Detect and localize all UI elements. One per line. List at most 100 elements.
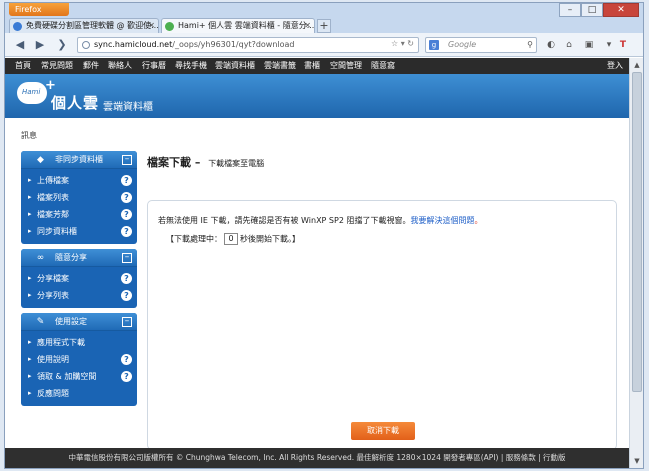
download-content-box: 若無法使用 IE 下載，請先確認是否有被 WinXP SP2 阻擋了下載視窗。我… xyxy=(147,200,617,450)
sidebar-item-label: 應用程式下載 xyxy=(37,338,85,347)
browser-window: Firefox – □ ✕ 免費硬碟分割區管理軟體 @ 歡迎使... ✕ Ham… xyxy=(4,2,644,469)
help-icon[interactable]: ? xyxy=(121,273,132,284)
collapse-icon[interactable]: – xyxy=(122,317,132,327)
sidebar-item-app-download[interactable]: ▸ 應用程式下載 xyxy=(21,334,137,351)
sidebar-item-get-space[interactable]: ▸ 領取 & 加購空間? xyxy=(21,368,137,385)
browser-tab-1[interactable]: 免費硬碟分割區管理軟體 @ 歡迎使... ✕ xyxy=(9,18,159,34)
tab-close-icon[interactable]: ✕ xyxy=(304,19,311,33)
sidebar-item-sync-cabinet[interactable]: ▸ 同步資料櫃? xyxy=(21,223,137,240)
help-icon[interactable]: ? xyxy=(121,354,132,365)
menu-item-find-phone[interactable]: 尋找手機 xyxy=(175,58,207,74)
url-host: sync.hamicloud.net xyxy=(94,40,173,49)
site-menu: 首頁 常見問題 郵件 聯絡人 行事曆 尋找手機 雲端資料櫃 雲端書籤 書櫃 空間… xyxy=(5,58,629,74)
favicon-icon xyxy=(13,22,22,31)
panel-title: 隨意分享 xyxy=(55,253,87,262)
warning-dot: 。 xyxy=(474,216,483,225)
forward-icon[interactable]: ▶ xyxy=(33,38,47,52)
tab-close-icon[interactable]: ✕ xyxy=(148,19,155,33)
countdown-value: 0 xyxy=(224,233,238,245)
brand-name: 個人雲 xyxy=(51,94,100,112)
help-icon[interactable]: ? xyxy=(121,226,132,237)
minimize-button[interactable]: – xyxy=(559,3,581,17)
screen-icon[interactable]: ▣ xyxy=(583,39,595,51)
cancel-download-button[interactable]: 取消下載 xyxy=(351,422,415,440)
arrow-icon: ▸ xyxy=(28,389,32,397)
sidebar-item-file-neighbors[interactable]: ▸ 檔案芳鄰? xyxy=(21,206,137,223)
sidebar-item-share-file[interactable]: ▸ 分享檔案? xyxy=(21,270,137,287)
browser-tab-2[interactable]: Hami+ 個人雲 雲端資料櫃 - 隨意分... ✕ xyxy=(161,18,315,34)
translate-icon[interactable]: T xyxy=(617,39,629,51)
home-icon[interactable]: ⌂ xyxy=(563,39,575,51)
close-window-button[interactable]: ✕ xyxy=(603,3,639,17)
menu-item-faq[interactable]: 常見問題 xyxy=(41,58,73,74)
menu-item-xuite[interactable]: 隨意窩 xyxy=(371,58,395,74)
url-bar[interactable]: sync.hamicloud.net/_oops/yh96301/qyt?dow… xyxy=(77,37,419,53)
solve-problem-link[interactable]: 我要解決這個問題 xyxy=(410,216,474,225)
site-banner: Hami + 個人雲 雲端資料櫃 xyxy=(5,74,629,118)
collapse-icon[interactable]: – xyxy=(122,253,132,263)
menu-item-mail[interactable]: 郵件 xyxy=(83,58,99,74)
arrow-icon: ▸ xyxy=(28,193,32,201)
countdown-prefix: 【下載處理中： xyxy=(166,234,222,244)
page-title: 檔案下載 – 下載檔案至電腦 xyxy=(147,154,264,170)
sidebar-panel-settings: ✎ 使用設定 – ▸ 應用程式下載 ▸ 使用說明? ▸ 領取 & 加購空間? ▸ 反應問… xyxy=(21,313,137,406)
logo-plus-icon: + xyxy=(45,78,56,93)
cube-icon: ◆ xyxy=(37,155,44,165)
login-link[interactable]: 登入 xyxy=(607,58,623,74)
scroll-down-icon[interactable]: ▼ xyxy=(631,455,643,467)
sidebar-item-user-guide[interactable]: ▸ 使用說明? xyxy=(21,351,137,368)
sidebar-item-label: 反應問題 xyxy=(37,389,69,398)
menu-item-bookshelf[interactable]: 書櫃 xyxy=(304,58,320,74)
sidebar-item-label: 同步資料櫃 xyxy=(37,227,77,236)
collapse-icon[interactable]: – xyxy=(122,155,132,165)
help-icon[interactable]: ? xyxy=(121,290,132,301)
menu-item-calendar[interactable]: 行事曆 xyxy=(142,58,166,74)
panel-header[interactable]: ∞ 隨意分享 – xyxy=(21,249,137,267)
menu-item-cloud-bookmarks[interactable]: 雲端書籤 xyxy=(264,58,296,74)
back-icon[interactable]: ◀ xyxy=(13,38,27,52)
sidebar-item-file-list[interactable]: ▸ 檔案列表? xyxy=(21,189,137,206)
sidebar-panel-async-cabinet: ◆ 非同步資料櫃 – ▸ 上傳檔案? ▸ 檔案列表? ▸ 檔案芳鄰? ▸ 同步資料櫃? xyxy=(21,151,137,244)
dropdown-icon[interactable]: ▾ xyxy=(603,39,615,51)
arrow-icon: ▸ xyxy=(28,274,32,282)
panel-header[interactable]: ◆ 非同步資料櫃 – xyxy=(21,151,137,169)
search-icon[interactable]: ⚲ xyxy=(527,38,533,52)
bookmark-star-icon[interactable]: ☆ xyxy=(391,39,398,48)
panel-header[interactable]: ✎ 使用設定 – xyxy=(21,313,137,331)
arrow-icon: ▸ xyxy=(28,355,32,363)
search-bar[interactable]: g Google ⚲ xyxy=(425,37,537,53)
reload-icon[interactable]: ↻ xyxy=(407,39,414,48)
arrow-icon: ▸ xyxy=(28,372,32,380)
sidebar-item-share-list[interactable]: ▸ 分享列表? xyxy=(21,287,137,304)
arrow-icon: ▸ xyxy=(28,291,32,299)
page-title-text: 檔案下載 xyxy=(147,156,191,169)
help-icon[interactable]: ? xyxy=(121,371,132,382)
page-scrollbar[interactable]: ▲ ▼ xyxy=(629,58,643,468)
page-title-separator: – xyxy=(194,156,201,169)
logo-cloud-text: Hami xyxy=(22,88,41,96)
addon-icon[interactable]: ◐ xyxy=(545,39,557,51)
help-icon[interactable]: ? xyxy=(121,175,132,186)
menu-item-contacts[interactable]: 聯絡人 xyxy=(108,58,132,74)
sidebar-item-report-issue[interactable]: ▸ 反應問題 xyxy=(21,385,137,402)
sidebar-item-label: 分享檔案 xyxy=(37,274,69,283)
scroll-up-icon[interactable]: ▲ xyxy=(631,59,643,71)
tab-label: 免費硬碟分割區管理軟體 @ 歡迎使... xyxy=(26,21,159,30)
hami-cloud-logo-icon[interactable]: Hami xyxy=(17,82,47,104)
sidebar-item-label: 檔案芳鄰 xyxy=(37,210,69,219)
new-tab-button[interactable]: + xyxy=(317,19,331,33)
history-icon[interactable]: ❯ xyxy=(55,38,69,52)
help-icon[interactable]: ? xyxy=(121,192,132,203)
tab-label: Hami+ 個人雲 雲端資料櫃 - 隨意分... xyxy=(178,21,315,30)
sidebar-item-upload[interactable]: ▸ 上傳檔案? xyxy=(21,172,137,189)
dropdown-arrow-icon[interactable]: ▾ xyxy=(401,39,405,48)
firefox-menu-button[interactable]: Firefox xyxy=(9,3,69,16)
google-icon: g xyxy=(429,40,439,50)
menu-item-cloud-cabinet[interactable]: 雲端資料櫃 xyxy=(215,58,255,74)
menu-item-space[interactable]: 空間管理 xyxy=(330,58,362,74)
menu-item-home[interactable]: 首頁 xyxy=(15,58,31,74)
warning-text: 若無法使用 IE 下載，請先確認是否有被 WinXP SP2 阻擋了下載視窗。 xyxy=(158,216,411,225)
help-icon[interactable]: ? xyxy=(121,209,132,220)
scrollbar-thumb[interactable] xyxy=(632,72,642,392)
maximize-button[interactable]: □ xyxy=(581,3,603,17)
